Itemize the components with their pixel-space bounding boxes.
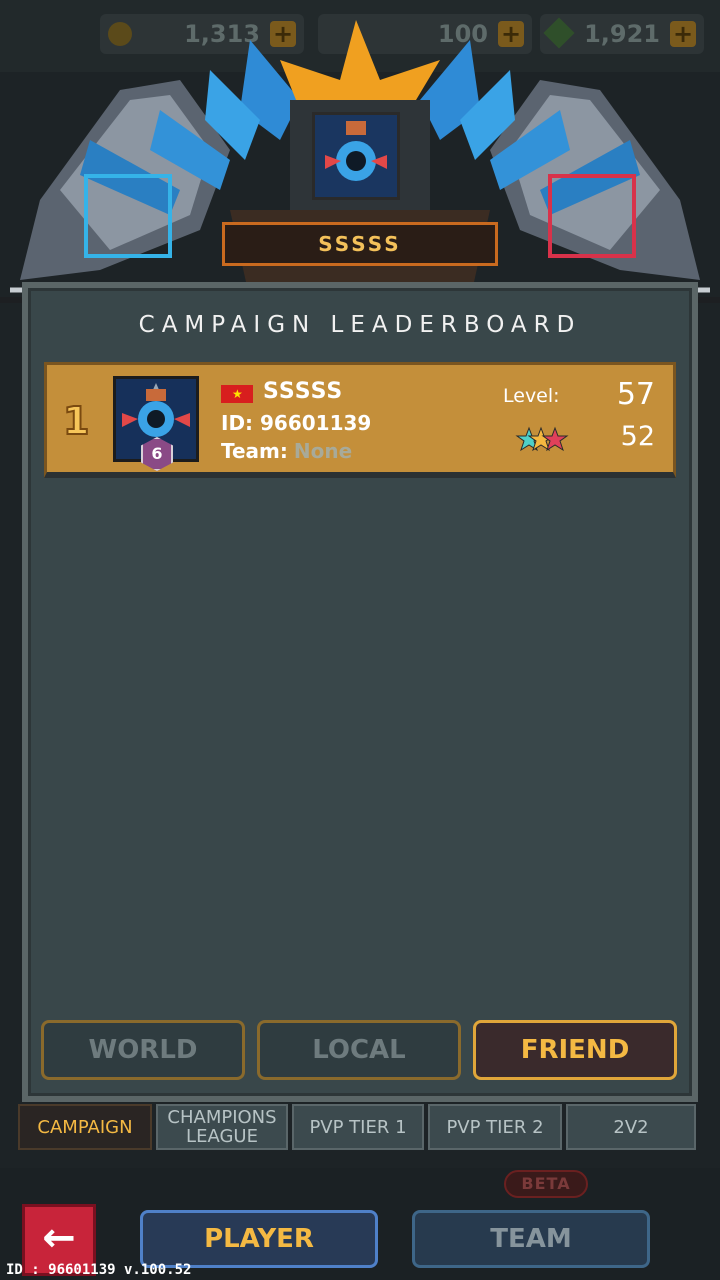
- add-energy-icon[interactable]: +: [498, 21, 524, 47]
- player-id: ID: 96601139: [221, 411, 372, 435]
- gems-value: 1,921: [584, 20, 660, 48]
- tab-2v2[interactable]: 2V2: [566, 1104, 696, 1150]
- robot-avatar-icon: [315, 115, 397, 197]
- filter-local-button[interactable]: LOCAL: [257, 1020, 461, 1080]
- level-label: Level:: [503, 385, 560, 407]
- stars-value: 52: [620, 421, 655, 452]
- gold-counter[interactable]: 1,313 +: [100, 14, 304, 54]
- tab-champions-league[interactable]: CHAMPIONS LEAGUE: [156, 1104, 288, 1150]
- arrow-left-icon: ←: [42, 1215, 76, 1261]
- stars-icon: [515, 426, 569, 452]
- player-tab-button[interactable]: PLAYER: [140, 1210, 378, 1268]
- filter-friend-button[interactable]: FRIEND: [473, 1020, 677, 1080]
- gem-icon: [543, 17, 575, 49]
- energy-value: 100: [437, 20, 488, 48]
- filter-world-button[interactable]: WORLD: [41, 1020, 245, 1080]
- level-value: 57: [616, 377, 655, 412]
- tab-pvp-tier-2[interactable]: PVP TIER 2: [428, 1104, 562, 1150]
- team-value: None: [293, 439, 353, 463]
- profile-avatar[interactable]: [312, 112, 400, 200]
- leaderboard-row[interactable]: 1 6 ★ SSSSS ID: 96601139 Team: None Level…: [44, 362, 676, 478]
- version-footer: ID : 96601139 v.100.52: [6, 1262, 192, 1278]
- add-gold-icon[interactable]: +: [270, 21, 296, 47]
- energy-counter[interactable]: 100 +: [318, 14, 532, 54]
- gems-counter[interactable]: 1,921 +: [540, 14, 704, 54]
- team-tab-button[interactable]: TEAM: [412, 1210, 650, 1268]
- player-name-plate: SSSSS: [222, 222, 498, 266]
- rank-number: 1: [62, 398, 90, 444]
- category-tabs: CAMPAIGN CHAMPIONS LEAGUE PVP TIER 1 PVP…: [18, 1104, 702, 1150]
- tab-campaign[interactable]: CAMPAIGN: [18, 1104, 152, 1150]
- player-team: Team: None: [221, 439, 352, 463]
- gold-value: 1,313: [184, 20, 260, 48]
- beta-badge: BETA: [504, 1170, 588, 1198]
- page-title: CAMPAIGN LEADERBOARD: [138, 312, 582, 338]
- vietnam-flag-icon: ★: [221, 385, 253, 403]
- coin-icon: [108, 22, 132, 46]
- tab-pvp-tier-1[interactable]: PVP TIER 1: [292, 1104, 424, 1150]
- add-gems-icon[interactable]: +: [670, 21, 696, 47]
- team-label: Team:: [221, 439, 288, 463]
- player-name: SSSSS: [263, 379, 344, 404]
- top-resource-bar: 1,313 + 100 + 1,921 +: [0, 0, 720, 72]
